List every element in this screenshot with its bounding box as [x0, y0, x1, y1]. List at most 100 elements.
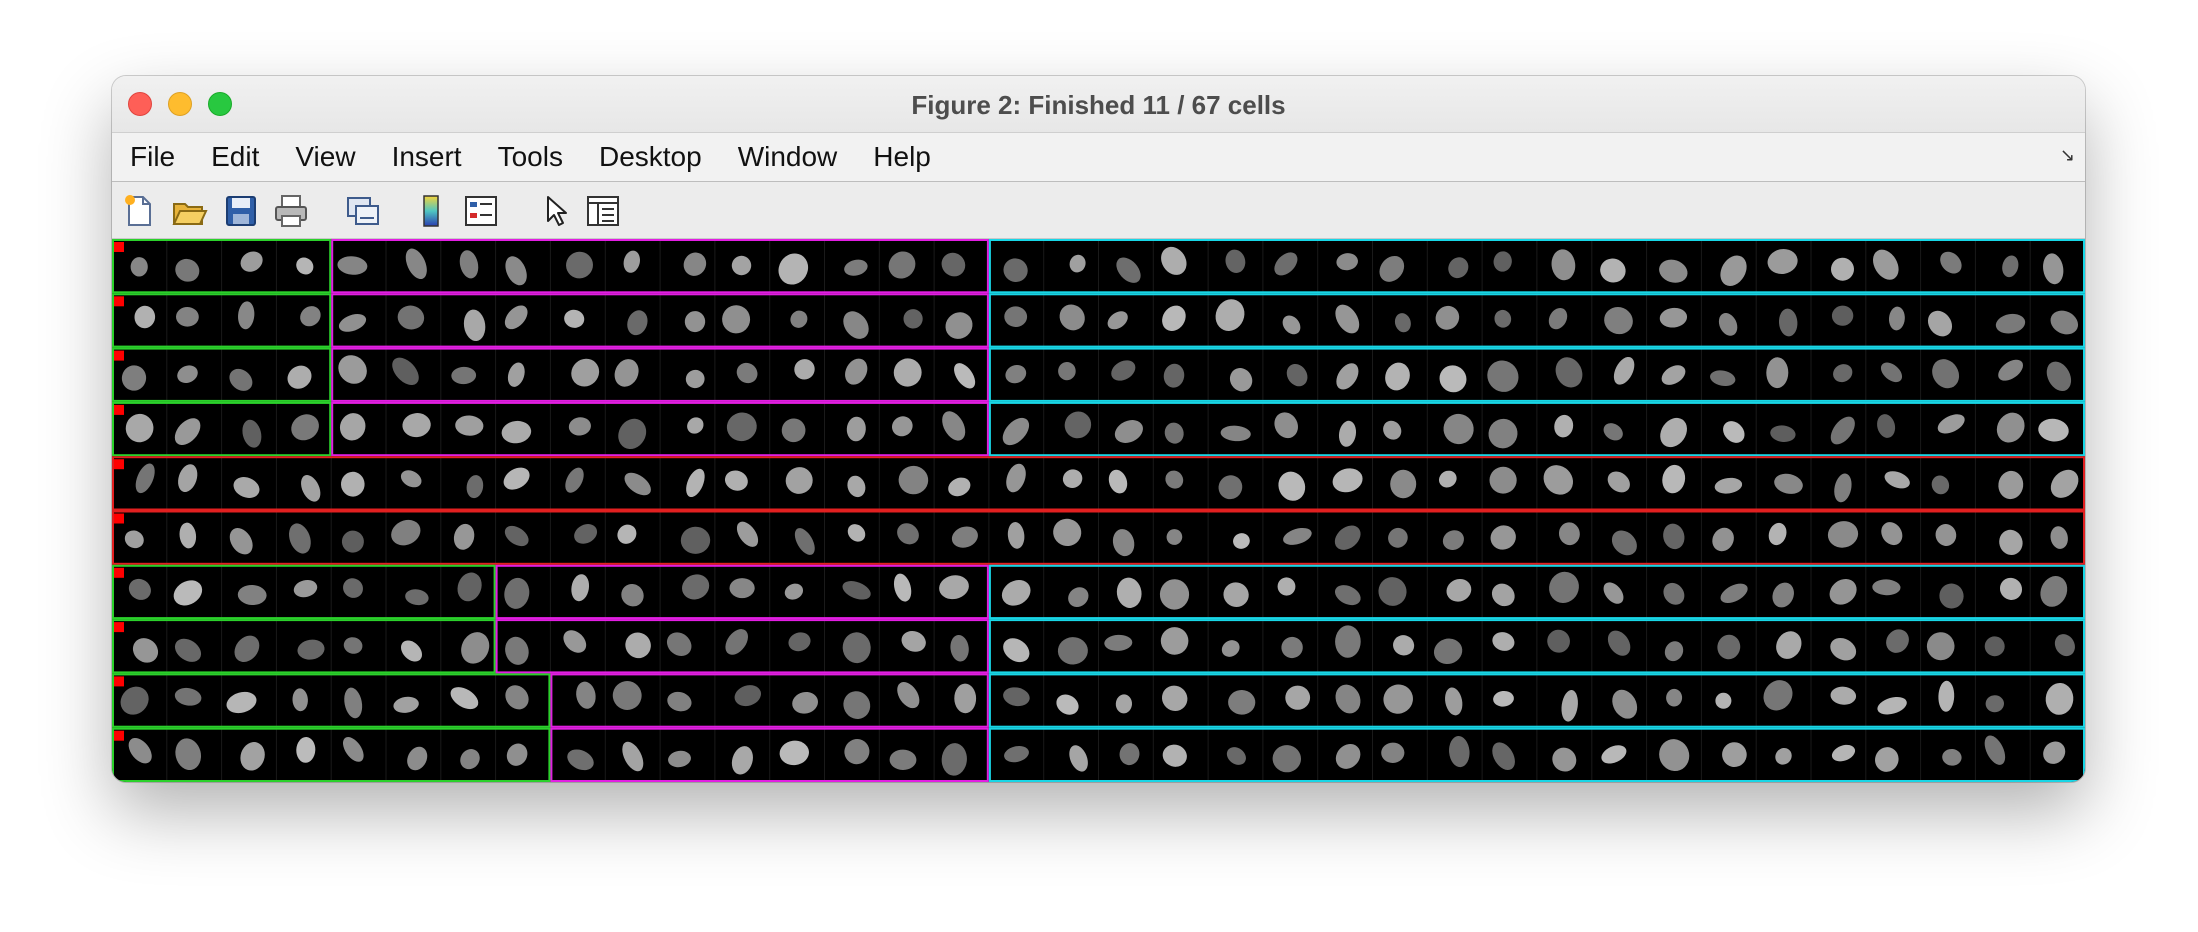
cell-thumbnail	[1663, 523, 1685, 550]
cell-thumbnail	[338, 355, 367, 384]
cell-thumbnail	[344, 687, 363, 719]
cell-thumbnail	[893, 573, 912, 602]
cell-thumbnail	[1778, 308, 1798, 337]
insert-legend-icon[interactable]	[462, 192, 500, 230]
cell-thumbnail	[226, 691, 257, 714]
cell-thumbnail	[614, 359, 639, 387]
new-figure-icon[interactable]	[120, 192, 158, 230]
cell-thumbnail	[391, 519, 421, 546]
cell-thumbnail	[1394, 313, 1411, 333]
cell-thumbnail	[174, 418, 201, 445]
cell-thumbnail	[466, 475, 484, 499]
row-marker	[114, 730, 124, 741]
cell-thumbnail	[1938, 680, 1955, 712]
cell-thumbnail	[1221, 640, 1240, 657]
cell-montage-svg	[112, 239, 2085, 782]
cell-thumbnail	[341, 530, 364, 553]
cell-thumbnail	[1335, 743, 1361, 769]
cell-thumbnail	[1435, 305, 1460, 330]
cell-thumbnail	[1662, 464, 1686, 494]
insert-colorbar-icon[interactable]	[412, 192, 450, 230]
cell-thumbnail	[1107, 311, 1128, 330]
cell-thumbnail	[903, 309, 923, 329]
cell-thumbnail	[1767, 249, 1798, 274]
cell-thumbnail	[125, 413, 154, 443]
cell-thumbnail	[1161, 685, 1188, 711]
cell-thumbnail	[1116, 257, 1141, 283]
cell-thumbnail	[1003, 687, 1030, 707]
cell-thumbnail	[1490, 525, 1516, 550]
cell-thumbnail	[623, 250, 640, 273]
cell-thumbnail	[1558, 522, 1580, 546]
menu-tools[interactable]: Tools	[480, 133, 581, 181]
cell-thumbnail	[1438, 470, 1457, 488]
cell-thumbnail	[1872, 579, 1901, 596]
cell-thumbnail	[1717, 634, 1741, 660]
cell-thumbnail	[1379, 255, 1405, 282]
menu-insert[interactable]: Insert	[374, 133, 480, 181]
cell-thumbnail	[1937, 414, 1965, 434]
cell-thumbnail	[289, 523, 311, 554]
property-inspector-icon[interactable]	[584, 192, 622, 230]
cell-thumbnail	[338, 314, 367, 332]
cell-thumbnail	[567, 749, 594, 771]
save-icon[interactable]	[222, 192, 260, 230]
cell-thumbnail	[1233, 533, 1250, 549]
cell-thumbnail	[684, 311, 706, 333]
menu-view[interactable]: View	[277, 133, 373, 181]
cell-thumbnail	[234, 635, 260, 663]
menu-desktop[interactable]: Desktop	[581, 133, 720, 181]
cell-thumbnail	[563, 630, 587, 653]
cell-thumbnail	[1880, 362, 1903, 383]
cell-thumbnail	[1449, 736, 1470, 768]
menu-help[interactable]: Help	[855, 133, 949, 181]
link-plot-icon[interactable]	[344, 192, 382, 230]
cell-thumbnail	[1712, 527, 1734, 552]
cell-thumbnail	[1489, 466, 1517, 494]
cell-thumbnail	[1611, 530, 1637, 556]
cell-thumbnail	[1549, 571, 1579, 603]
cell-thumbnail	[1383, 420, 1402, 440]
cell-thumbnail	[176, 306, 199, 327]
dock-arrow-icon[interactable]: ↘	[2060, 145, 2075, 166]
print-icon[interactable]	[272, 192, 310, 230]
cell-thumbnail	[680, 526, 711, 554]
open-file-icon[interactable]	[170, 192, 208, 230]
cell-thumbnail	[1336, 253, 1358, 271]
cell-montage-axes[interactable]	[112, 239, 2085, 782]
cell-thumbnail	[1108, 469, 1128, 494]
cell-thumbnail	[1492, 742, 1515, 771]
cell-thumbnail	[1004, 745, 1029, 763]
cell-thumbnail	[296, 257, 314, 275]
cell-thumbnail	[1985, 695, 2004, 713]
menu-edit[interactable]: Edit	[193, 133, 277, 181]
cell-thumbnail	[1215, 299, 1245, 331]
cell-thumbnail	[1551, 249, 1576, 281]
edit-plot-arrow-icon[interactable]	[536, 192, 574, 230]
cell-thumbnail	[1770, 425, 1796, 442]
cell-thumbnail	[291, 414, 319, 441]
cell-thumbnail	[1720, 255, 1747, 286]
cell-thumbnail	[1272, 745, 1301, 773]
cell-thumbnail	[301, 475, 321, 502]
cell-thumbnail	[2050, 526, 2068, 549]
cell-thumbnail	[1053, 518, 1082, 547]
cell-thumbnail	[622, 741, 644, 772]
cell-thumbnail	[685, 369, 705, 389]
cell-thumbnail	[1663, 582, 1685, 605]
cell-thumbnail	[1833, 364, 1853, 383]
cell-thumbnail	[1831, 257, 1854, 281]
cell-thumbnail	[392, 357, 419, 386]
cell-thumbnail	[686, 468, 705, 498]
menu-file[interactable]: File	[112, 133, 193, 181]
menu-window[interactable]: Window	[720, 133, 856, 181]
cell-thumbnail	[1926, 632, 1955, 661]
cell-thumbnail	[1393, 635, 1415, 656]
cell-thumbnail	[130, 257, 148, 277]
cell-thumbnail	[287, 365, 312, 389]
cell-thumbnail	[724, 470, 748, 491]
cell-thumbnail	[1877, 414, 1896, 438]
cell-thumbnail	[1334, 585, 1361, 606]
cell-thumbnail	[844, 259, 868, 276]
cell-thumbnail	[1827, 521, 1859, 548]
